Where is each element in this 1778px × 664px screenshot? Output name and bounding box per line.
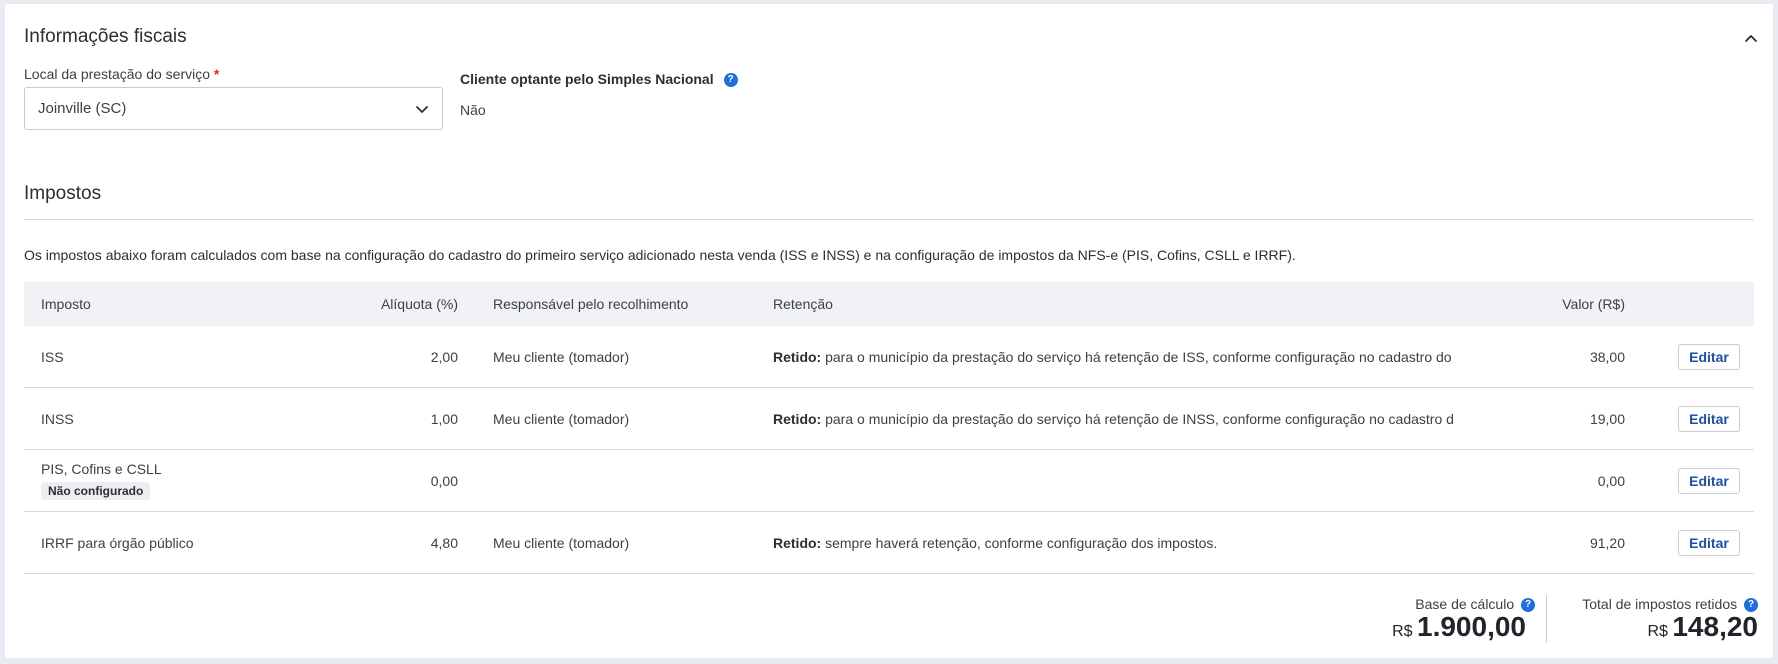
row-responsavel: Meu cliente (tomador) [493, 349, 630, 365]
header-valor: Valor (R$) [1562, 296, 1625, 312]
edit-pis-cofins-csll-button[interactable]: Editar [1678, 468, 1740, 494]
row-aliquota: 4,80 [430, 535, 458, 551]
row-aliquota: 0,00 [430, 473, 458, 489]
row-valor: 19,00 [1589, 411, 1625, 427]
simples-nacional-label: Cliente optante pelo Simples Nacional ? [460, 71, 738, 88]
fiscal-section-title: Informações fiscais [24, 26, 187, 47]
base-amount: 1.900,00 [1417, 611, 1526, 642]
edit-irrf-button[interactable]: Editar [1678, 530, 1740, 556]
header-imposto: Imposto [41, 296, 91, 312]
header-responsavel: Responsável pelo recolhimento [493, 296, 689, 312]
row-imposto: INSS [41, 411, 74, 427]
retencao-status: Retido: [773, 349, 822, 365]
row-aliquota: 2,00 [430, 349, 458, 365]
simples-nacional-value: Não [460, 102, 486, 118]
table-header: Imposto Alíquota (%) Responsável pelo re… [24, 282, 1754, 326]
edit-iss-button[interactable]: Editar [1678, 344, 1740, 370]
row-aliquota: 1,00 [430, 411, 458, 427]
local-prestacao-label-text: Local da prestação do serviço [24, 66, 210, 82]
retencao-status: Retido: [773, 535, 822, 551]
retencao-text: para o município da prestação do serviço… [821, 349, 1454, 365]
impostos-table: Imposto Alíquota (%) Responsável pelo re… [24, 282, 1754, 574]
row-valor: 91,20 [1589, 535, 1625, 551]
table-row: INSS 1,00 Meu cliente (tomador) Retido: … [24, 388, 1754, 450]
row-responsavel: Meu cliente (tomador) [493, 535, 630, 551]
header-aliquota: Alíquota (%) [380, 296, 458, 312]
row-retencao: Retido: para o município da prestação do… [773, 349, 1454, 365]
total-retidos-label-text: Total de impostos retidos [1582, 596, 1738, 612]
row-valor: 0,00 [1597, 473, 1625, 489]
total-retidos-label: Total de impostos retidos ? [1545, 596, 1758, 613]
not-configured-badge: Não configurado [41, 482, 151, 500]
base-currency: R$ [1392, 623, 1413, 640]
impostos-divider [24, 219, 1754, 220]
fiscal-info-card: Informações fiscais Local da prestação d… [5, 4, 1773, 658]
row-imposto: PIS, Cofins e CSLL [41, 461, 162, 477]
base-calculo-value: R$ 1.900,00 [1305, 611, 1526, 643]
table-row: PIS, Cofins e CSLL Não configurado 0,00 … [24, 450, 1754, 512]
required-mark: * [213, 66, 220, 82]
edit-inss-button[interactable]: Editar [1678, 406, 1740, 432]
impostos-section-title: Impostos [24, 183, 102, 204]
retidos-amount: 148,20 [1672, 611, 1758, 642]
retencao-text: sempre haverá retenção, conforme configu… [821, 535, 1218, 551]
row-imposto: ISS [41, 349, 64, 365]
row-imposto: IRRF para órgão público [41, 535, 194, 551]
chevron-up-icon[interactable] [1743, 30, 1759, 46]
row-retencao: Retido: para o município da prestação do… [773, 411, 1454, 427]
simples-nacional-label-text: Cliente optante pelo Simples Nacional [460, 71, 714, 87]
local-prestacao-value: Joinville (SC) [38, 100, 127, 117]
total-retidos-value: R$ 148,20 [1545, 611, 1758, 643]
question-circle-icon[interactable]: ? [723, 73, 738, 88]
retencao-text: para o município da prestação do serviço… [821, 411, 1454, 427]
row-responsavel: Meu cliente (tomador) [493, 411, 630, 427]
impostos-description: Os impostos abaixo foram calculados com … [24, 247, 1296, 263]
base-calculo-label-text: Base de cálculo [1415, 596, 1515, 612]
retidos-currency: R$ [1647, 623, 1668, 640]
table-row: ISS 2,00 Meu cliente (tomador) Retido: p… [24, 326, 1754, 388]
row-retencao: Retido: sempre haverá retenção, conforme… [773, 535, 1454, 551]
row-valor: 38,00 [1589, 349, 1625, 365]
local-prestacao-label: Local da prestação do serviço * [24, 66, 219, 82]
table-row: IRRF para órgão público 4,80 Meu cliente… [24, 512, 1754, 574]
chevron-down-icon [416, 106, 428, 113]
local-prestacao-select[interactable]: Joinville (SC) [24, 87, 443, 130]
header-retencao: Retenção [773, 296, 833, 312]
base-calculo-label: Base de cálculo ? [1305, 596, 1535, 613]
retencao-status: Retido: [773, 411, 822, 427]
